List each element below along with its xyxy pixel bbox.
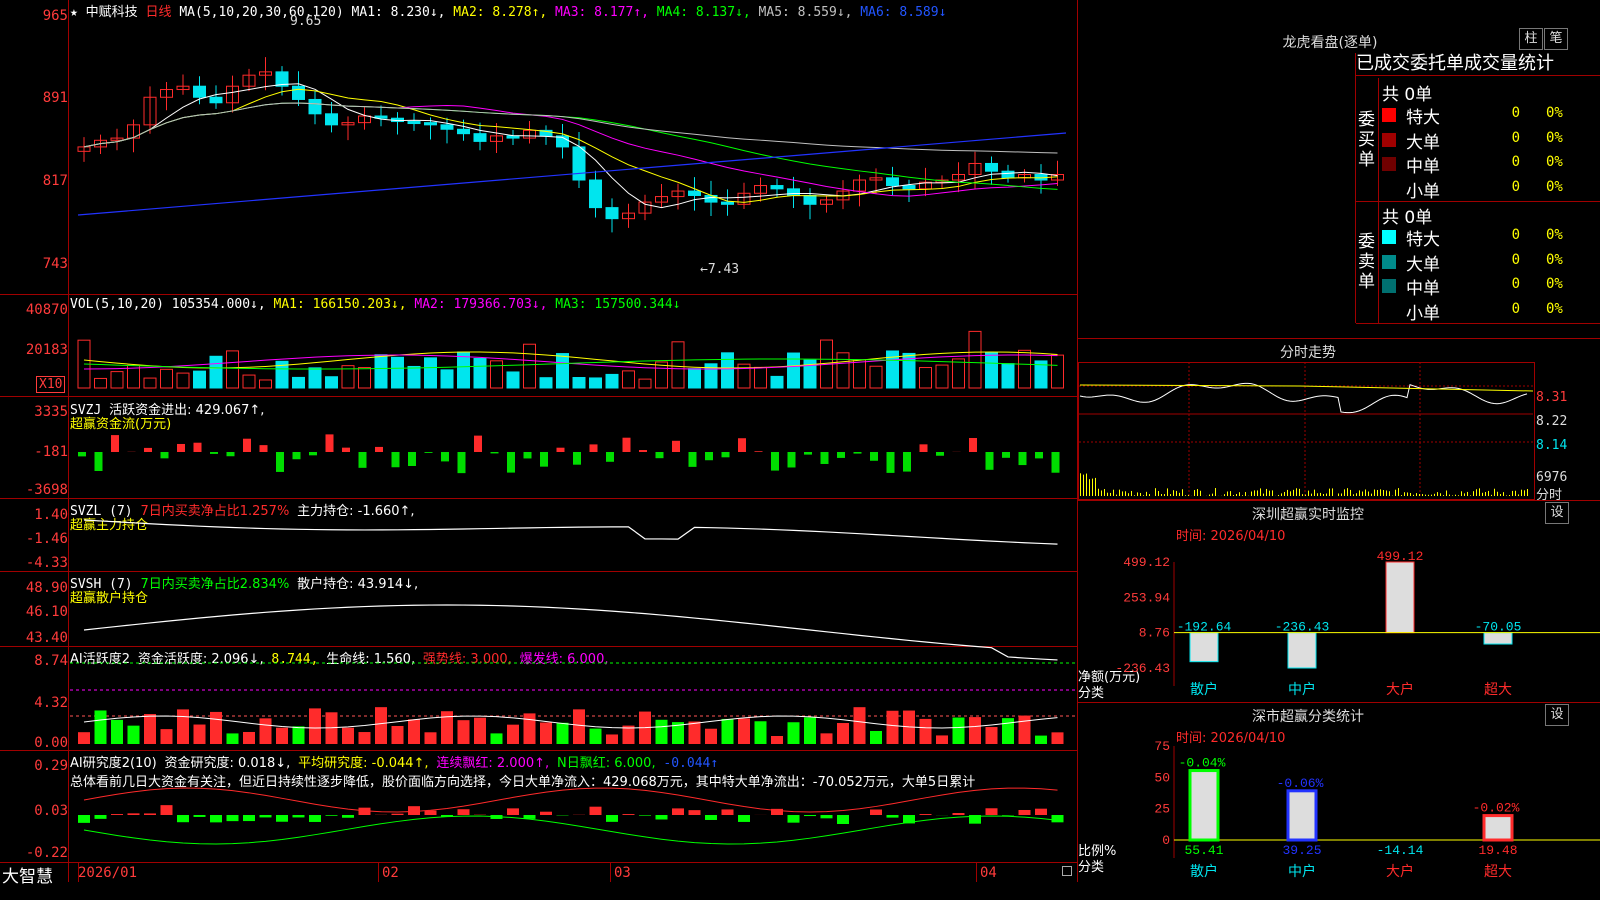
ratio-bar [1286, 789, 1318, 842]
value-label: 55.41 [1184, 843, 1223, 858]
axis-tick: 25 [1154, 802, 1170, 817]
category-label: 超大 [1484, 863, 1512, 879]
axis-tick: 75 [1154, 739, 1170, 754]
value-label: -14.14 [1377, 843, 1424, 858]
value-label: 19.48 [1478, 843, 1517, 858]
category-label: 大户 [1386, 863, 1414, 879]
category-label: 散户 [1190, 863, 1218, 879]
axis-tick: 0 [1162, 833, 1170, 848]
change-label: -0.06% [1277, 776, 1324, 791]
axis-tick: 50 [1154, 770, 1170, 785]
value-label: 39.25 [1282, 843, 1321, 858]
ratio-bar [1482, 814, 1514, 842]
sz-class-chart: 75 50 25 0 -0.04% 55.41 散户 -0.06% 39.25 中户 -14.14 大… [1154, 739, 1600, 879]
ratio-bar [1188, 769, 1220, 842]
category-label: 中户 [1288, 863, 1316, 879]
change-label: -0.02% [1473, 801, 1520, 816]
change-label: -0.04% [1179, 756, 1226, 771]
